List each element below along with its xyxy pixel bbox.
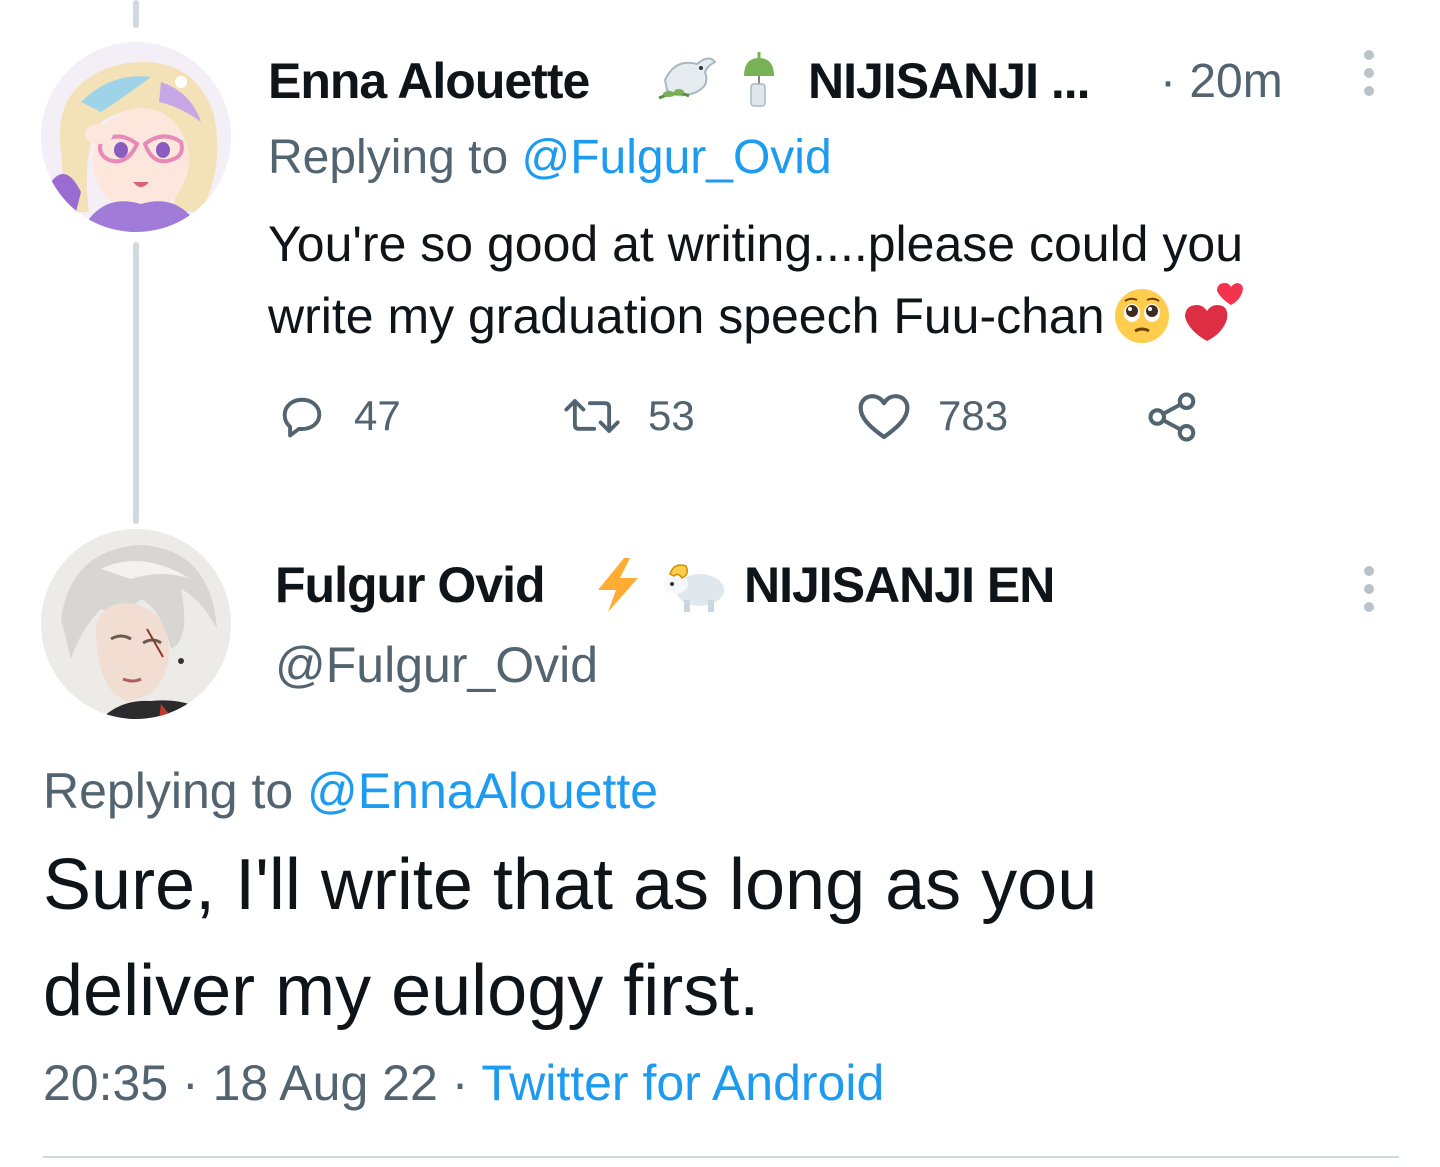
affiliation-label[interactable]: NIJISANJI ... xyxy=(808,52,1091,110)
tweet-text-line: You're so good at writing....please coul… xyxy=(268,216,1243,272)
thread-connector-top xyxy=(133,0,139,28)
tweet-meta: 20:35 · 18 Aug 22 · Twitter for Android xyxy=(43,1054,884,1112)
wind-chime-icon xyxy=(736,50,782,113)
lightning-icon xyxy=(590,556,646,619)
affiliation-label[interactable]: NIJISANJI EN xyxy=(744,556,1055,614)
retweet-icon xyxy=(564,399,620,433)
tweet-text-line: Sure, I'll write that as long as you xyxy=(43,845,1098,925)
avatar[interactable] xyxy=(41,529,231,719)
ram-icon xyxy=(660,556,726,619)
tweet-date[interactable]: 18 Aug 22 xyxy=(213,1055,438,1111)
mention-link[interactable]: @EnnaAlouette xyxy=(307,763,658,819)
avatar-fulgur-image xyxy=(41,529,231,719)
mention-link[interactable]: @Fulgur_Ovid xyxy=(521,131,831,184)
retweet-button[interactable]: 53 xyxy=(562,390,695,442)
avatar-enna-image xyxy=(41,42,231,232)
display-name[interactable]: Fulgur Ovid xyxy=(275,556,546,614)
reply-icon xyxy=(282,397,322,438)
two-hearts-icon xyxy=(1179,281,1243,364)
more-options-icon[interactable] xyxy=(1362,566,1376,612)
tweet-time[interactable]: · 20m xyxy=(1160,54,1283,109)
replying-to: Replying to @Fulgur_Ovid xyxy=(268,130,832,185)
replying-to: Replying to @EnnaAlouette xyxy=(43,762,658,820)
like-button[interactable]: 783 xyxy=(856,390,1008,442)
share-button[interactable] xyxy=(1146,390,1226,444)
tweet-source-link[interactable]: Twitter for Android xyxy=(481,1055,884,1111)
thread-connector xyxy=(133,242,139,524)
reply-count: 47 xyxy=(354,392,401,439)
user-handle[interactable]: @Fulgur_Ovid xyxy=(275,636,598,694)
time-label: 20m xyxy=(1189,55,1283,108)
tweet-timestamp[interactable]: 20:35 xyxy=(43,1055,168,1111)
tweet-text-line-2: deliver my eulogy first. xyxy=(43,951,760,1031)
replying-prefix: Replying to xyxy=(43,763,308,819)
reply-button[interactable]: 47 xyxy=(276,390,401,442)
heart-icon xyxy=(858,394,910,440)
time-separator: · xyxy=(1160,55,1190,108)
pleading-face-icon xyxy=(1113,287,1171,364)
meta-separator-2: · xyxy=(437,1055,482,1111)
replying-prefix: Replying to xyxy=(268,131,522,184)
divider xyxy=(43,1156,1399,1158)
display-name[interactable]: Enna Alouette xyxy=(268,52,590,110)
tweet-text-line-2: write my graduation speech Fuu-chan xyxy=(268,280,1388,364)
more-options-icon[interactable] xyxy=(1362,50,1376,96)
avatar[interactable] xyxy=(41,42,231,232)
retweet-count: 53 xyxy=(648,392,695,439)
tweet-text-line-2-text: write my graduation speech Fuu-chan xyxy=(268,288,1105,344)
share-icon xyxy=(1148,392,1196,442)
like-count: 783 xyxy=(938,392,1009,439)
meta-separator: · xyxy=(168,1055,213,1111)
tweet-text: Sure, I'll write that as long as you del… xyxy=(43,832,1097,1044)
dove-with-olive-icon xyxy=(655,50,721,113)
tweet-text: You're so good at writing....please coul… xyxy=(268,208,1388,364)
